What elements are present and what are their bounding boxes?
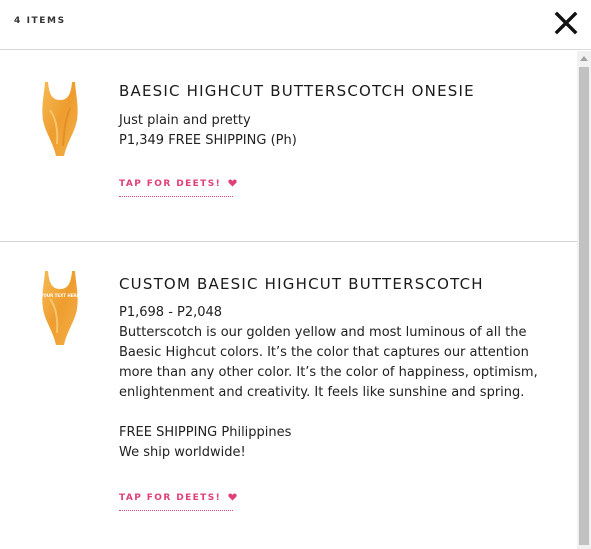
product-list: BAESIC HIGHCUT BUTTERSCOTCH ONESIE Just … (0, 51, 577, 549)
item-count: 4 ITEMS (14, 16, 66, 26)
cart-header: 4 ITEMS (0, 0, 591, 50)
product-price: P1,698 - P2,048 (119, 305, 223, 320)
product-price: P1,349 FREE SHIPPING (Ph) (119, 133, 297, 148)
close-icon[interactable] (553, 10, 579, 36)
deets-label: TAP FOR DEETS! (119, 493, 222, 503)
scrollbar[interactable] (577, 51, 591, 549)
scroll-thumb[interactable] (579, 67, 589, 545)
product-title[interactable]: CUSTOM BAESIC HIGHCUT BUTTERSCOTCH (119, 275, 484, 293)
swimsuit-print-text: YOUR TEXT HERE (40, 293, 80, 298)
deets-label: TAP FOR DEETS! (119, 179, 222, 189)
product-tagline: Just plain and pretty (119, 113, 251, 128)
worldwide-info: We ship worldwide! (119, 445, 246, 460)
heart-icon (227, 493, 237, 501)
tap-for-deets-link[interactable]: TAP FOR DEETS! (119, 493, 237, 511)
product-description: P1,698 - P2,048 Butterscotch is our gold… (119, 303, 559, 463)
shipping-info: FREE SHIPPING Philippines (119, 425, 292, 440)
heart-icon (227, 179, 237, 187)
tap-for-deets-link[interactable]: TAP FOR DEETS! (119, 179, 237, 197)
scroll-up-arrow-icon[interactable] (580, 56, 588, 61)
product-item: BAESIC HIGHCUT BUTTERSCOTCH ONESIE Just … (0, 51, 577, 242)
swimsuit-icon[interactable] (36, 80, 84, 158)
product-item: YOUR TEXT HERE CUSTOM BAESIC HIGHCUT BUT… (0, 243, 577, 549)
custom-swimsuit-icon[interactable]: YOUR TEXT HERE (36, 269, 84, 347)
product-description: Just plain and pretty P1,349 FREE SHIPPI… (119, 111, 559, 151)
product-long-description: Butterscotch is our golden yellow and mo… (119, 325, 538, 400)
product-title[interactable]: BAESIC HIGHCUT BUTTERSCOTCH ONESIE (119, 82, 475, 100)
